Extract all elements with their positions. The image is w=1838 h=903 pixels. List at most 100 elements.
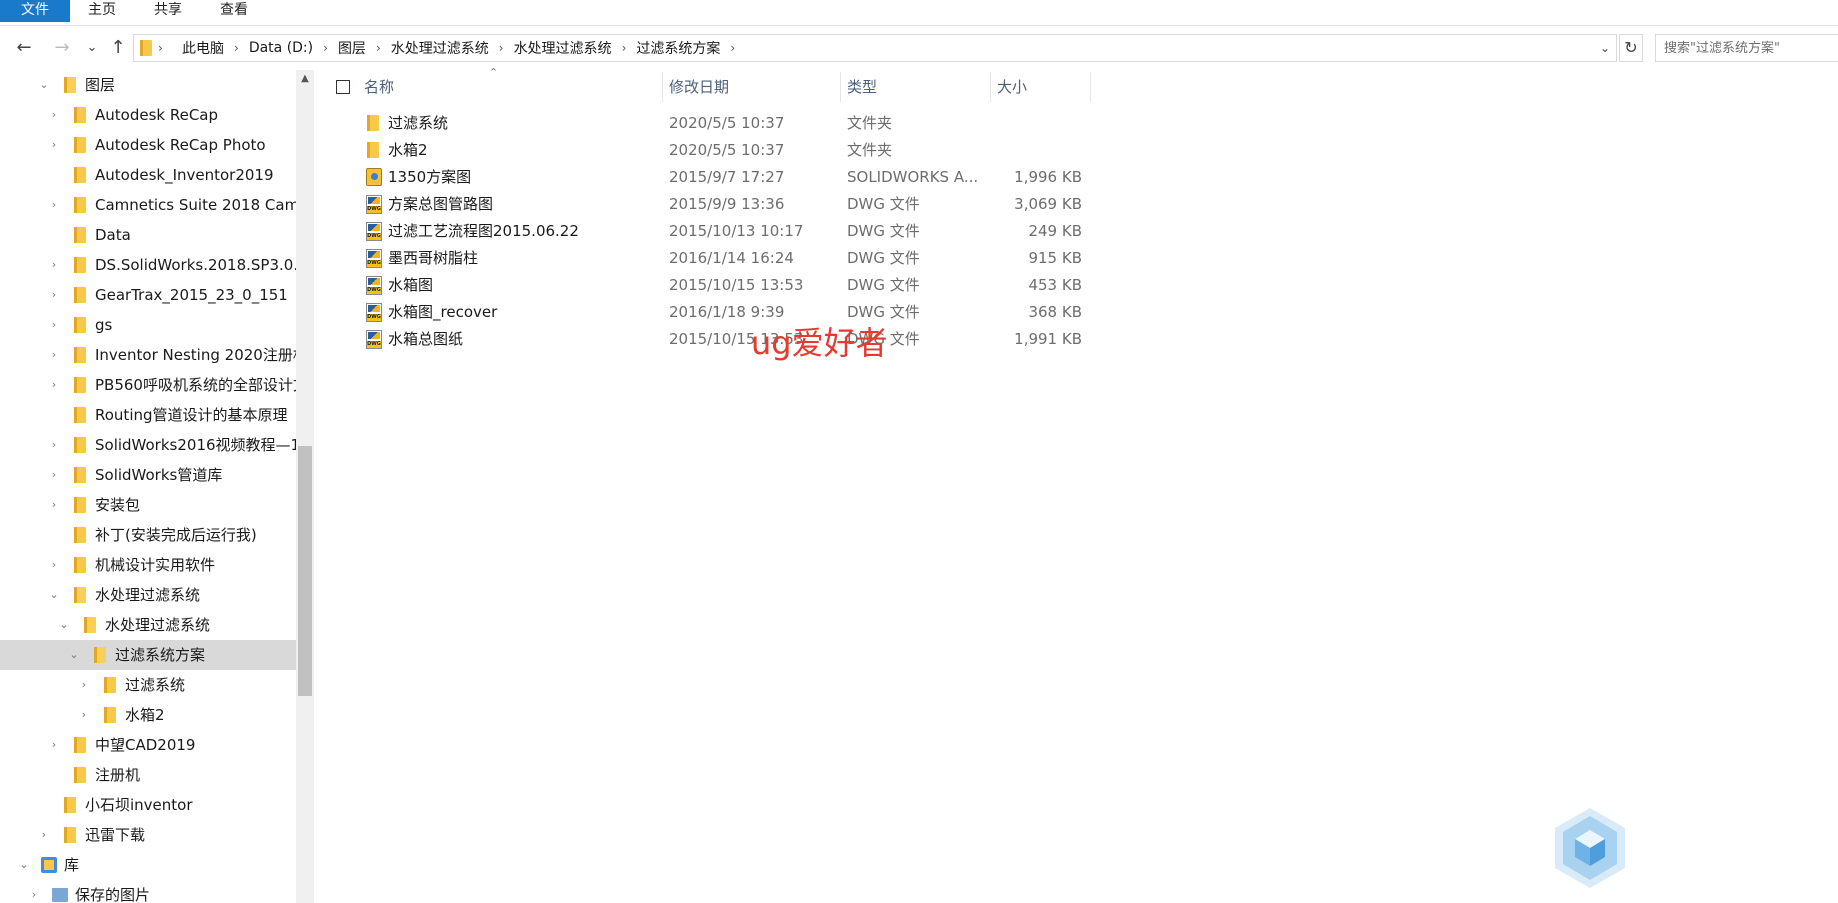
breadcrumb-water-treatment-2[interactable]: 水处理过滤系统 bbox=[514, 38, 612, 58]
column-divider[interactable] bbox=[990, 72, 991, 102]
chevron-right-icon[interactable]: › bbox=[47, 130, 61, 160]
tab-file[interactable]: 文件 bbox=[0, 0, 70, 22]
refresh-icon[interactable]: ↻ bbox=[1619, 34, 1643, 62]
breadcrumb-separator-icon[interactable]: › bbox=[376, 41, 381, 55]
column-name[interactable]: 名称 bbox=[364, 70, 664, 104]
tree-item-install-pack[interactable]: › 安装包 bbox=[0, 490, 296, 520]
file-row[interactable]: 过滤系统 2020/5/5 10:37 文件夹 bbox=[322, 110, 1092, 137]
tree-item-ds-solidworks[interactable]: › DS.SolidWorks.2018.SP3.0.F bbox=[0, 250, 296, 280]
chevron-right-icon[interactable]: › bbox=[47, 430, 61, 460]
breadcrumb-water-treatment-1[interactable]: 水处理过滤系统 bbox=[391, 38, 489, 58]
chevron-right-icon[interactable]: › bbox=[77, 670, 91, 700]
breadcrumb-layers[interactable]: 图层 bbox=[338, 38, 366, 58]
file-row[interactable]: 墨西哥树脂柱 2016/1/14 16:24 DWG 文件 915 KB bbox=[322, 245, 1092, 272]
address-dropdown-icon[interactable]: ⌄ bbox=[1594, 35, 1616, 61]
column-size[interactable]: 大小 bbox=[997, 70, 1077, 104]
tree-item-mech-software[interactable]: › 机械设计实用软件 bbox=[0, 550, 296, 580]
column-type[interactable]: 类型 bbox=[847, 70, 987, 104]
file-row[interactable]: 水箱总图纸 2015/10/15 13:53 DWG 文件 1,991 KB bbox=[322, 326, 1092, 353]
tree-item-filter-system[interactable]: › 过滤系统 bbox=[0, 670, 296, 700]
tree-item-gs[interactable]: › gs bbox=[0, 310, 296, 340]
recent-locations-chevron-icon[interactable]: ⌄ bbox=[82, 30, 102, 66]
tree-item-thunder-download[interactable]: › 迅雷下载 bbox=[0, 820, 296, 850]
chevron-down-icon[interactable]: ⌄ bbox=[37, 70, 51, 100]
tree-item-autodesk-recap[interactable]: › Autodesk ReCap bbox=[0, 100, 296, 130]
breadcrumb-data-drive[interactable]: Data (D:) bbox=[249, 40, 313, 56]
chevron-right-icon[interactable]: › bbox=[47, 370, 61, 400]
breadcrumb-filter-plan[interactable]: 过滤系统方案 bbox=[636, 38, 720, 58]
folder-icon bbox=[74, 287, 86, 303]
column-divider[interactable] bbox=[840, 72, 841, 102]
chevron-right-icon[interactable]: › bbox=[47, 310, 61, 340]
tree-item-autodesk-inventor2019[interactable]: Autodesk_Inventor2019 bbox=[0, 160, 296, 190]
tree-item-saved-pictures[interactable]: › 保存的图片 bbox=[0, 880, 296, 903]
chevron-down-icon[interactable]: ⌄ bbox=[67, 640, 81, 670]
chevron-down-icon[interactable]: ⌄ bbox=[47, 580, 61, 610]
chevron-right-icon[interactable]: › bbox=[77, 700, 91, 730]
forward-arrow-icon[interactable]: → bbox=[48, 30, 76, 66]
address-bar[interactable]: › 此电脑 › Data (D:) › 图层 › 水处理过滤系统 › 水处理过滤… bbox=[133, 34, 1617, 62]
tree-item-autodesk-recap-photo[interactable]: › Autodesk ReCap Photo bbox=[0, 130, 296, 160]
file-row[interactable]: 过滤工艺流程图2015.06.22 2015/10/13 10:17 DWG 文… bbox=[322, 218, 1092, 245]
tree-item-water-tank-2[interactable]: › 水箱2 bbox=[0, 700, 296, 730]
tree-item-water-treatment[interactable]: ⌄ 水处理过滤系统 bbox=[0, 580, 296, 610]
tree-item-camnetics[interactable]: › Camnetics Suite 2018 CamT bbox=[0, 190, 296, 220]
chevron-right-icon[interactable]: › bbox=[37, 820, 51, 850]
column-divider[interactable] bbox=[662, 72, 663, 102]
tree-item-solidworks2016[interactable]: › SolidWorks2016视频教程—1 bbox=[0, 430, 296, 460]
back-arrow-icon[interactable]: ← bbox=[10, 30, 38, 66]
tree-item-xiaoshiba-inventor[interactable]: 小石坝inventor bbox=[0, 790, 296, 820]
select-all-checkbox[interactable] bbox=[336, 80, 350, 94]
tree-item-solidworks-pipes[interactable]: › SolidWorks管道库 bbox=[0, 460, 296, 490]
file-row[interactable]: 水箱图_recover 2016/1/18 9:39 DWG 文件 368 KB bbox=[322, 299, 1092, 326]
up-arrow-icon[interactable]: ↑ bbox=[106, 30, 130, 66]
tree-item-label: Inventor Nesting 2020注册机 bbox=[95, 346, 296, 364]
chevron-right-icon[interactable]: › bbox=[47, 460, 61, 490]
tree-item-routing[interactable]: Routing管道设计的基本原理 bbox=[0, 400, 296, 430]
tree-item-library[interactable]: ⌄ 库 bbox=[0, 850, 296, 880]
tree-item-geartrax[interactable]: › GearTrax_2015_23_0_151 bbox=[0, 280, 296, 310]
file-row[interactable]: 方案总图管路图 2015/9/9 13:36 DWG 文件 3,069 KB bbox=[322, 191, 1092, 218]
file-row[interactable]: 1350方案图 2015/9/7 17:27 SOLIDWORKS A... 1… bbox=[322, 164, 1092, 191]
navigation-scrollbar[interactable]: ▲ bbox=[296, 70, 314, 903]
chevron-down-icon[interactable]: ⌄ bbox=[17, 850, 31, 880]
search-input[interactable] bbox=[1656, 35, 1838, 61]
chevron-right-icon[interactable]: › bbox=[47, 550, 61, 580]
breadcrumb-separator-icon[interactable]: › bbox=[323, 41, 328, 55]
chevron-down-icon[interactable]: ⌄ bbox=[57, 610, 71, 640]
chevron-right-icon[interactable]: › bbox=[47, 490, 61, 520]
column-date[interactable]: 修改日期 bbox=[669, 70, 839, 104]
file-type: 文件夹 bbox=[847, 114, 893, 132]
tree-item-zwcad2019[interactable]: › 中望CAD2019 bbox=[0, 730, 296, 760]
chevron-right-icon[interactable]: › bbox=[47, 250, 61, 280]
breadcrumb-separator-icon[interactable]: › bbox=[622, 41, 627, 55]
column-divider[interactable] bbox=[1090, 72, 1091, 102]
breadcrumb-this-pc[interactable]: 此电脑 bbox=[182, 38, 224, 58]
tree-item-inventor-nesting[interactable]: › Inventor Nesting 2020注册机 bbox=[0, 340, 296, 370]
tree-item-pb560[interactable]: › PB560呼吸机系统的全部设计文 bbox=[0, 370, 296, 400]
chevron-right-icon[interactable]: › bbox=[47, 190, 61, 220]
chevron-right-icon[interactable]: › bbox=[47, 730, 61, 760]
tab-view[interactable]: 查看 bbox=[212, 0, 256, 22]
tree-item-layers[interactable]: ⌄ 图层 bbox=[0, 70, 296, 100]
tree-item-label: Autodesk ReCap Photo bbox=[95, 136, 266, 154]
tab-share[interactable]: 共享 bbox=[146, 0, 190, 22]
scrollbar-thumb[interactable] bbox=[298, 446, 312, 696]
breadcrumb-separator-icon[interactable]: › bbox=[730, 41, 735, 55]
file-row[interactable]: 水箱图 2015/10/15 13:53 DWG 文件 453 KB bbox=[322, 272, 1092, 299]
tree-item-data[interactable]: Data bbox=[0, 220, 296, 250]
tree-item-filter-plan[interactable]: ⌄ 过滤系统方案 bbox=[0, 640, 296, 670]
tree-item-keygen[interactable]: 注册机 bbox=[0, 760, 296, 790]
address-root-chevron-icon[interactable]: › bbox=[158, 35, 163, 61]
breadcrumb-separator-icon[interactable]: › bbox=[499, 41, 504, 55]
scroll-up-arrow-icon[interactable]: ▲ bbox=[296, 70, 314, 88]
file-row[interactable]: 水箱2 2020/5/5 10:37 文件夹 bbox=[322, 137, 1092, 164]
chevron-right-icon[interactable]: › bbox=[47, 340, 61, 370]
tree-item-patch[interactable]: 补丁(安装完成后运行我) bbox=[0, 520, 296, 550]
chevron-right-icon[interactable]: › bbox=[47, 100, 61, 130]
tab-home[interactable]: 主页 bbox=[80, 0, 124, 22]
tree-item-water-treatment-sub[interactable]: ⌄ 水处理过滤系统 bbox=[0, 610, 296, 640]
chevron-right-icon[interactable]: › bbox=[47, 280, 61, 310]
chevron-right-icon[interactable]: › bbox=[27, 880, 41, 903]
breadcrumb-separator-icon[interactable]: › bbox=[234, 41, 239, 55]
